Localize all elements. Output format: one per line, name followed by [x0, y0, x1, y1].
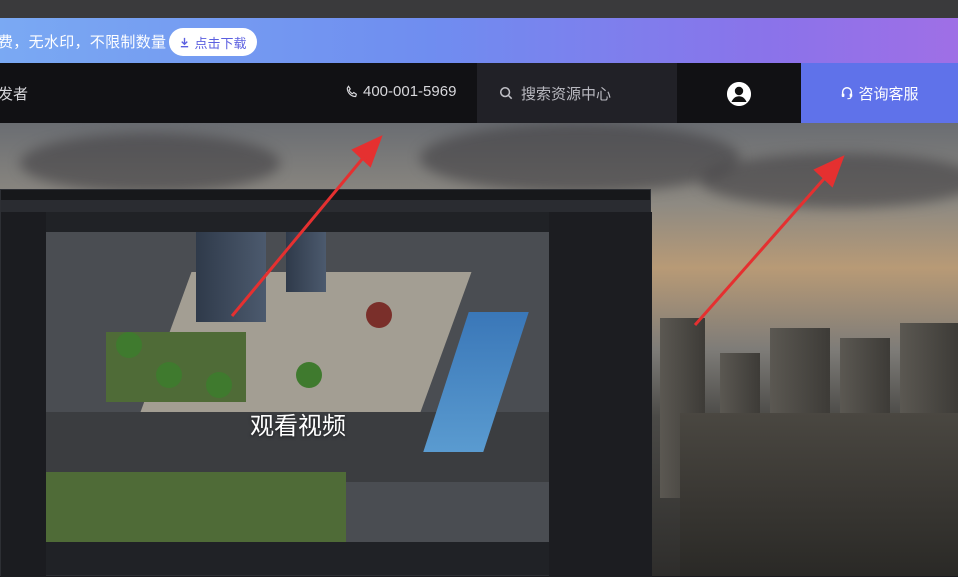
- video-preview-screenshot[interactable]: [0, 189, 652, 577]
- watch-video-label[interactable]: 观看视频: [250, 406, 346, 441]
- city-scene-preview: [46, 232, 549, 542]
- app-properties-panel: [549, 212, 652, 577]
- download-button-label: 点击下载: [194, 35, 247, 51]
- search-box[interactable]: 搜索资源中心: [477, 63, 677, 123]
- search-placeholder: 搜索资源中心: [521, 85, 612, 103]
- banner-text: 费，无水印，不限制数量: [0, 34, 167, 51]
- search-icon: [499, 86, 513, 100]
- phone-icon: [346, 84, 358, 97]
- phone-number: 400-001-5969: [345, 83, 456, 100]
- phone-number-text: 400-001-5969: [363, 83, 457, 100]
- consult-service-button[interactable]: 咨询客服: [801, 63, 958, 123]
- app-titlebar: [1, 190, 650, 200]
- user-avatar-icon[interactable]: [727, 82, 751, 106]
- top-navigation: 发者 400-001-5969 搜索资源中心 咨询客服: [0, 63, 958, 123]
- promo-banner: 费，无水印，不限制数量 点击下载: [0, 18, 958, 63]
- headset-icon: [842, 87, 853, 100]
- download-button[interactable]: 点击下载: [169, 28, 257, 56]
- app-url-bar: [1, 200, 650, 212]
- browser-top-strip: [0, 0, 958, 18]
- nav-item-developer[interactable]: 发者: [0, 83, 28, 104]
- consult-label: 咨询客服: [858, 85, 919, 103]
- download-icon: [181, 37, 189, 47]
- app-sidebar: [1, 212, 46, 577]
